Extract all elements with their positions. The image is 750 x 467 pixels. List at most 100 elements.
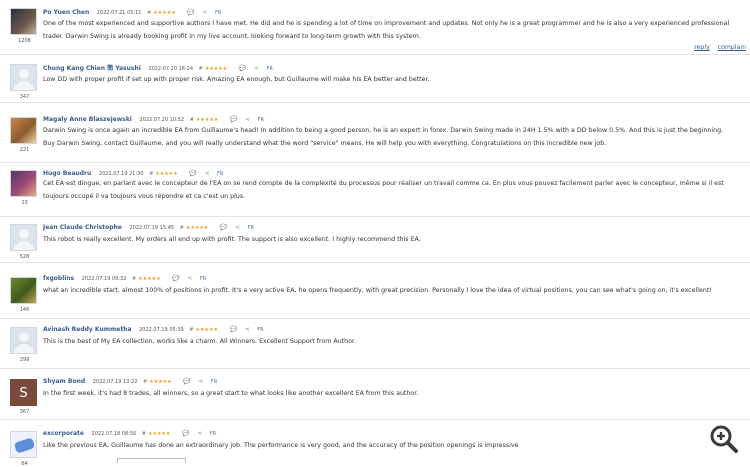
review-date: 2022.07.19 15:45 — [129, 225, 175, 231]
review-item: S 367 Shyam Bond 2022.07.19 13:22 # ★★★★★… — [0, 377, 750, 420]
review-item: 23 Hugo Beaudru 2022.07.19 21:30 # ★★★★★ … — [0, 168, 750, 217]
review-item: 528 Jean Claude Christophe 2022.07.19 15… — [0, 222, 750, 263]
review-text: Cet EA est dingue, en parlant avec le co… — [43, 180, 724, 200]
review-date: 2022.07.19 13:22 — [92, 379, 138, 385]
hash-icon: # — [189, 327, 194, 333]
share-icon[interactable]: ⋖ — [187, 275, 192, 282]
translate-link[interactable]: FR — [257, 327, 263, 333]
review-date: 2022.07.18 08:56 — [91, 431, 137, 437]
share-icon[interactable]: ⋖ — [204, 170, 209, 177]
hash-icon: # — [149, 171, 154, 177]
hash-icon: # — [147, 10, 152, 16]
author-name[interactable]: Po Yuen Chen — [43, 9, 89, 16]
comment-icon[interactable]: 💬 — [182, 430, 189, 437]
avatar[interactable] — [10, 64, 37, 91]
avatar[interactable] — [10, 117, 37, 144]
user-rating: 367 — [19, 409, 30, 415]
comment-icon[interactable]: 💬 — [239, 65, 246, 72]
author-name[interactable]: Avinash Reddy Kummetha — [43, 326, 132, 333]
star-rating: ★★★★★ — [204, 66, 228, 72]
review-item: 347 Chung Kang Chien 簡 Yasushi 2022.07.2… — [0, 62, 750, 103]
user-rating: 299 — [19, 357, 30, 363]
star-rating: ★★★★★ — [149, 379, 172, 385]
review-text: Darwin Swing is once again an incredible… — [43, 127, 724, 147]
translate-link[interactable]: FR — [248, 225, 254, 231]
hash-icon: # — [198, 66, 203, 72]
star-rating: ★★★★★ — [147, 431, 171, 437]
author-name[interactable]: excorporate — [43, 430, 84, 437]
share-icon[interactable]: ⋖ — [254, 65, 259, 72]
hash-icon: # — [141, 431, 146, 437]
translate-link[interactable]: FR — [210, 431, 216, 437]
review-item: 221 Magaly Anne Blaszejewski 2022.07.20 … — [0, 114, 750, 163]
share-icon[interactable]: ⋖ — [197, 430, 202, 437]
translate-link[interactable]: FR — [217, 171, 223, 177]
comment-icon[interactable]: 💬 — [187, 9, 194, 16]
translate-link[interactable]: FR — [258, 117, 264, 123]
author-name[interactable]: Chung Kang Chien 簡 Yasushi — [43, 65, 141, 72]
user-rating: 1208 — [18, 38, 31, 44]
complain-link[interactable]: complain — [718, 44, 746, 51]
review-date: 2022.07.19 05:39 — [139, 327, 184, 333]
review-date: 2022.07.20 10:52 — [139, 117, 185, 123]
user-rating: 146 — [19, 307, 30, 313]
star-rating: ★★★★★ — [153, 10, 176, 16]
star-rating: ★★★★★ — [195, 327, 218, 333]
translate-link[interactable]: FR — [211, 379, 217, 385]
comment-icon[interactable]: 💬 — [230, 326, 237, 333]
avatar[interactable] — [10, 170, 37, 197]
comment-icon[interactable]: 💬 — [220, 224, 227, 231]
user-rating: 64 — [21, 461, 28, 467]
review-text: what an incredible start, almost 100% of… — [43, 287, 712, 294]
user-rating: 528 — [19, 254, 30, 260]
star-rating: ★★★★★ — [185, 225, 209, 231]
review-item: 299 Avinash Reddy Kummetha 2022.07.19 05… — [0, 325, 750, 369]
zoom-icon[interactable] — [708, 423, 740, 455]
user-rating: 23 — [21, 200, 28, 206]
hash-icon: # — [179, 225, 184, 231]
star-rating: ★★★★★ — [138, 276, 161, 282]
avatar[interactable] — [10, 277, 37, 304]
author-name[interactable]: fxgoblins — [43, 275, 74, 282]
review-text: One of the most experienced and supporti… — [43, 20, 730, 40]
comment-icon[interactable]: 💬 — [230, 116, 237, 123]
share-icon[interactable]: ⋖ — [245, 116, 250, 123]
hash-icon: # — [142, 379, 148, 385]
share-icon[interactable]: ⋖ — [202, 9, 207, 16]
review-date: 2022.07.21 05:11 — [96, 10, 142, 16]
comment-icon[interactable]: 💬 — [189, 170, 196, 177]
author-name[interactable]: Hugo Beaudru — [43, 170, 91, 177]
translate-link[interactable]: FR — [200, 276, 206, 282]
reply-link[interactable]: reply — [694, 44, 710, 51]
star-rating: ★★★★★ — [195, 117, 219, 123]
share-icon[interactable]: ⋖ — [198, 378, 203, 385]
review-text: This is the best of My EA collection, wo… — [43, 338, 357, 345]
author-name[interactable]: Jean Claude Christophe — [43, 224, 122, 231]
comment-icon[interactable]: 💬 — [172, 275, 179, 282]
review-text: This robot is really excellent. My order… — [43, 236, 421, 243]
author-name[interactable]: Shyam Bond — [43, 378, 85, 385]
review-date: 2022.07.19 21:30 — [98, 171, 144, 177]
author-name[interactable]: Magaly Anne Blaszejewski — [43, 116, 132, 123]
avatar[interactable] — [10, 224, 37, 251]
review-date: 2022.07.19 09:32 — [81, 276, 127, 282]
user-rating: 347 — [19, 94, 30, 100]
translate-link[interactable]: FR — [267, 66, 273, 72]
user-rating: 221 — [19, 147, 30, 153]
avatar[interactable] — [10, 327, 37, 354]
avatar[interactable] — [10, 8, 37, 35]
comment-icon[interactable]: 💬 — [183, 378, 190, 385]
hash-icon: # — [189, 117, 194, 123]
star-rating: ★★★★★ — [155, 171, 178, 177]
avatar[interactable] — [10, 431, 37, 458]
share-icon[interactable]: ⋖ — [245, 326, 250, 333]
review-item: 64 excorporate 2022.07.18 08:56 # ★★★★★ 💬… — [0, 429, 750, 467]
avatar[interactable]: S — [10, 379, 37, 406]
review-item: 1208 Po Yuen Chen 2022.07.21 05:11 # ★★★★… — [0, 8, 750, 55]
hash-icon: # — [131, 276, 137, 282]
share-icon[interactable]: ⋖ — [235, 224, 240, 231]
pagination-box[interactable] — [117, 458, 186, 463]
review-item: 146 fxgoblins 2022.07.19 09:32 # ★★★★★ 💬 … — [0, 274, 750, 319]
translate-link[interactable]: FR — [215, 10, 221, 16]
review-date: 2022.07.20 16:24 — [148, 66, 194, 72]
